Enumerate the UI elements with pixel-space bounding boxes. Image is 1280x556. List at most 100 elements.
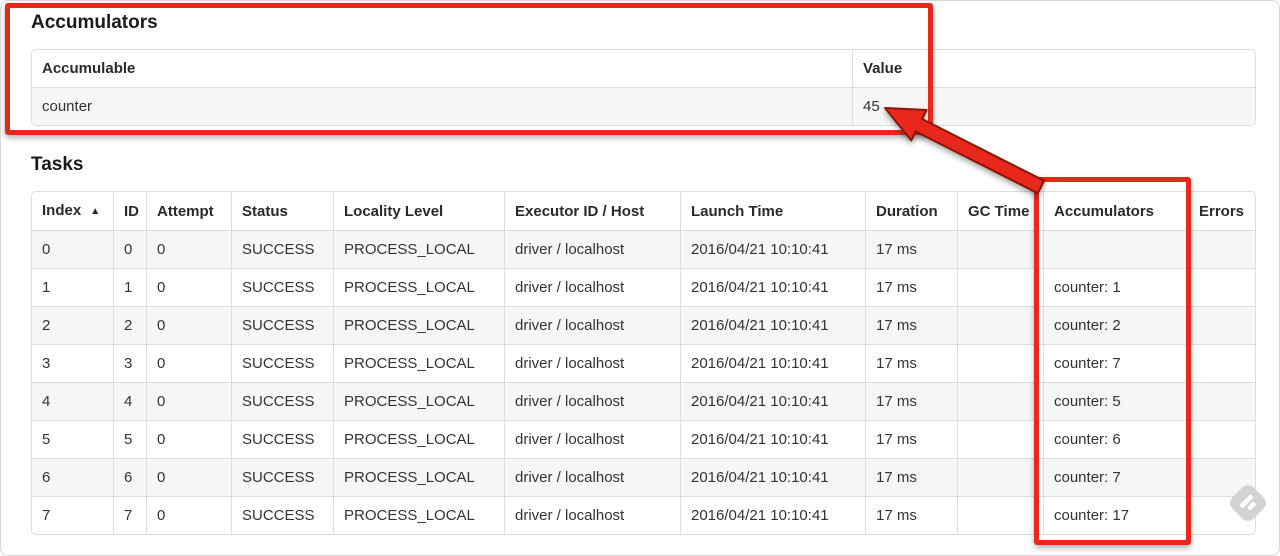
cell-duration: 17 ms (865, 344, 957, 382)
tasks-section-title: Tasks (31, 154, 84, 175)
cell-gc-time (957, 306, 1043, 344)
cell-locality-level: PROCESS_LOCAL (333, 306, 504, 344)
cell-accumulators: counter: 6 (1043, 420, 1188, 458)
column-header-launch-time[interactable]: Launch Time (680, 192, 865, 230)
column-header-index[interactable]: Index ▲ (32, 192, 113, 230)
table-row: 5 5 0 SUCCESS PROCESS_LOCAL driver / localhos… (32, 420, 1255, 458)
cell-accumulators (1043, 230, 1188, 268)
cell-id: 3 (113, 344, 146, 382)
cell-executor-id-host: driver / localhost (504, 268, 680, 306)
cell-attempt: 0 (146, 268, 231, 306)
cell-id: 0 (113, 230, 146, 268)
column-header-label: GC Time (968, 202, 1030, 220)
column-header-id[interactable]: ID (113, 192, 146, 230)
cell-status: SUCCESS (231, 458, 333, 496)
cell-status: SUCCESS (231, 420, 333, 458)
cell-index: 2 (32, 306, 113, 344)
cell-executor-id-host: driver / localhost (504, 458, 680, 496)
cell-launch-time: 2016/04/21 10:10:41 (680, 382, 865, 420)
cell-executor-id-host: driver / localhost (504, 306, 680, 344)
column-header-label: Index (42, 202, 82, 219)
cell-accumulators: counter: 7 (1043, 344, 1188, 382)
table-row: 0 0 0 SUCCESS PROCESS_LOCAL driver / localhos… (32, 230, 1255, 268)
cell-gc-time (957, 344, 1043, 382)
column-header-label: Status (242, 202, 288, 220)
sort-ascending-icon: ▲ (90, 206, 101, 217)
cell-errors (1188, 306, 1255, 344)
column-header-value: Value (852, 50, 1255, 87)
cell-launch-time: 2016/04/21 10:10:41 (680, 268, 865, 306)
cell-attempt: 0 (146, 344, 231, 382)
cell-status: SUCCESS (231, 268, 333, 306)
cell-launch-time: 2016/04/21 10:10:41 (680, 344, 865, 382)
cell-locality-level: PROCESS_LOCAL (333, 268, 504, 306)
cell-locality-level: PROCESS_LOCAL (333, 458, 504, 496)
cell-errors (1188, 230, 1255, 268)
cell-locality-level: PROCESS_LOCAL (333, 420, 504, 458)
cell-attempt: 0 (146, 496, 231, 534)
cell-errors (1188, 458, 1255, 496)
column-header-gc-time[interactable]: GC Time (957, 192, 1043, 230)
cell-launch-time: 2016/04/21 10:10:41 (680, 496, 865, 534)
column-header-accumulable: Accumulable (32, 50, 852, 87)
column-header-accumulators[interactable]: Accumulators (1043, 192, 1188, 230)
cell-index: 1 (32, 268, 113, 306)
column-header-errors[interactable]: Errors (1188, 192, 1255, 230)
page: Accumulators Accumulable Value counter 45 T… (0, 0, 1280, 556)
cell-gc-time (957, 230, 1043, 268)
cell-attempt: 0 (146, 306, 231, 344)
cell-executor-id-host: driver / localhost (504, 496, 680, 534)
cell-attempt: 0 (146, 230, 231, 268)
cell-index: 4 (32, 382, 113, 420)
cell-attempt: 0 (146, 420, 231, 458)
cell-launch-time: 2016/04/21 10:10:41 (680, 420, 865, 458)
cell-executor-id-host: driver / localhost (504, 382, 680, 420)
cell-index: 5 (32, 420, 113, 458)
cell-duration: 17 ms (865, 420, 957, 458)
cell-errors (1188, 382, 1255, 420)
cell-locality-level: PROCESS_LOCAL (333, 382, 504, 420)
column-header-label: Launch Time (691, 202, 784, 220)
cell-duration: 17 ms (865, 268, 957, 306)
cell-duration: 17 ms (865, 458, 957, 496)
cell-index: 7 (32, 496, 113, 534)
cell-accumulable: counter (32, 87, 852, 125)
column-header-label: Accumulable (42, 60, 136, 77)
column-header-duration[interactable]: Duration (865, 192, 957, 230)
cell-errors (1188, 268, 1255, 306)
cell-executor-id-host: driver / localhost (504, 344, 680, 382)
cell-status: SUCCESS (231, 344, 333, 382)
column-header-label: ID (124, 202, 139, 220)
cell-id: 6 (113, 458, 146, 496)
cell-status: SUCCESS (231, 306, 333, 344)
cell-attempt: 0 (146, 382, 231, 420)
accumulators-table: Accumulable Value counter 45 (31, 49, 1256, 126)
cell-duration: 17 ms (865, 496, 957, 534)
cell-status: SUCCESS (231, 230, 333, 268)
cell-index: 6 (32, 458, 113, 496)
table-row: 3 3 0 SUCCESS PROCESS_LOCAL driver / localhos… (32, 344, 1255, 382)
column-header-label: Duration (876, 202, 938, 220)
cell-accumulators: counter: 2 (1043, 306, 1188, 344)
cell-executor-id-host: driver / localhost (504, 230, 680, 268)
cell-locality-level: PROCESS_LOCAL (333, 496, 504, 534)
cell-status: SUCCESS (231, 382, 333, 420)
cell-id: 1 (113, 268, 146, 306)
cell-id: 5 (113, 420, 146, 458)
column-header-label: Attempt (157, 202, 214, 220)
tasks-table: Index ▲ ID Attempt Status Locality Level Execu… (31, 191, 1256, 535)
cell-duration: 17 ms (865, 230, 957, 268)
column-header-label: Accumulators (1054, 202, 1155, 220)
cell-gc-time (957, 268, 1043, 306)
table-row: 7 7 0 SUCCESS PROCESS_LOCAL driver / localhos… (32, 496, 1255, 534)
cell-duration: 17 ms (865, 306, 957, 344)
column-header-status[interactable]: Status (231, 192, 333, 230)
column-header-label: Locality Level (344, 202, 444, 220)
cell-accumulators: counter: 1 (1043, 268, 1188, 306)
column-header-locality-level[interactable]: Locality Level (333, 192, 504, 230)
column-header-executor-id-host[interactable]: Executor ID / Host (504, 192, 680, 230)
column-header-attempt[interactable]: Attempt (146, 192, 231, 230)
cell-value: 45 (852, 87, 1255, 125)
column-header-label: Executor ID / Host (515, 202, 645, 220)
cell-accumulators: counter: 7 (1043, 458, 1188, 496)
